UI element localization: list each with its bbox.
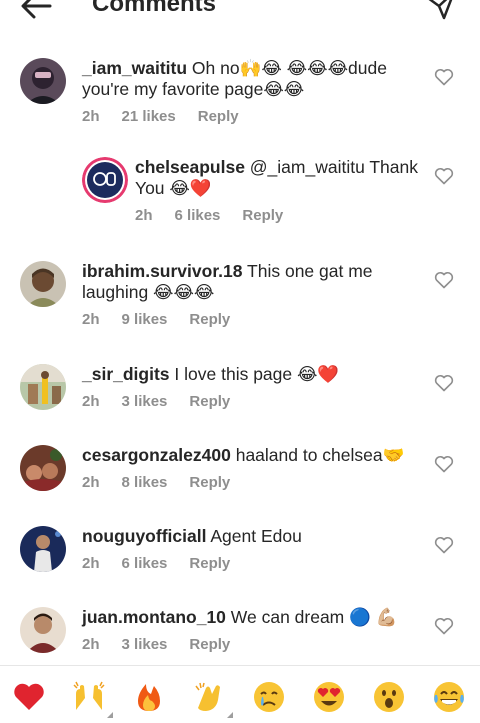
comment-text: chelseapulse @_iam_waititu Thank You 😂❤️ [135,157,425,199]
clapping-hands-icon[interactable] [192,680,226,714]
back-arrow-icon[interactable] [16,0,56,26]
comment-message: I love this page 😂❤️ [169,364,340,384]
page-title: Comments [92,0,217,17]
comment-likes[interactable]: 9 likes [122,311,168,328]
comment-username[interactable]: ibrahim.survivor.18 [82,261,243,281]
heart-outline-icon[interactable] [434,68,454,86]
avatar[interactable] [20,526,66,572]
comment-text: cesargonzalez400 haaland to chelsea🤝 [82,445,422,466]
comment-text: _iam_waititu Oh no🙌😂 😂😂😂dude you're my f… [82,58,422,100]
share-icon[interactable] [424,0,458,22]
avatar[interactable] [20,364,66,410]
raising-hands-icon[interactable] [72,680,106,714]
reply-button[interactable]: Reply [189,474,230,491]
reply-button[interactable]: Reply [198,108,239,125]
comment-likes[interactable]: 6 likes [175,207,221,224]
avatar[interactable] [20,261,66,307]
surprised-face-icon[interactable] [372,680,406,714]
comment-time: 2h [82,311,100,328]
fire-icon[interactable] [132,680,166,714]
comment-likes[interactable]: 3 likes [122,393,168,410]
crying-face-icon[interactable] [252,680,286,714]
avatar[interactable] [82,157,128,203]
heart-outline-icon[interactable] [434,455,454,473]
emoji-reaction-bar [0,672,480,720]
comment-username[interactable]: _sir_digits [82,364,170,384]
comment-message: haaland to chelsea🤝 [230,445,405,465]
comment-username[interactable]: nouguyofficiall [82,526,206,546]
tears-of-joy-icon[interactable] [432,680,466,714]
comment-time: 2h [135,207,153,224]
variant-indicator [107,712,113,718]
comment-username[interactable]: chelseapulse [135,157,245,177]
heart-outline-icon[interactable] [434,167,454,185]
comment-likes[interactable]: 8 likes [122,474,168,491]
reply-button[interactable]: Reply [189,636,230,653]
comment-time: 2h [82,555,100,572]
avatar[interactable] [20,58,66,104]
comment-likes[interactable]: 3 likes [122,636,168,653]
comment-time: 2h [82,636,100,653]
divider [0,665,480,666]
comment-time: 2h [82,393,100,410]
header: Comments [0,0,480,30]
comment-username[interactable]: juan.montano_10 [82,607,226,627]
comment-text: ibrahim.survivor.18 This one gat me laug… [82,261,422,303]
comment-text: nouguyofficiall Agent Edou [82,526,422,547]
variant-indicator [227,712,233,718]
avatar[interactable] [20,445,66,491]
comment-text: _sir_digits I love this page 😂❤️ [82,364,422,385]
reply-button[interactable]: Reply [242,207,283,224]
heart-eyes-icon[interactable] [312,680,346,714]
comment-message: We can dream 🔵 💪🏼 [225,607,398,627]
comment-text: juan.montano_10 We can dream 🔵 💪🏼 [82,607,422,628]
comment-time: 2h [82,474,100,491]
comment-username[interactable]: cesargonzalez400 [82,445,231,465]
comment-username[interactable]: _iam_waititu [82,58,187,78]
reply-button[interactable]: Reply [189,311,230,328]
heart-outline-icon[interactable] [434,536,454,554]
comment-likes[interactable]: 6 likes [122,555,168,572]
heart-outline-icon[interactable] [434,374,454,392]
heart-outline-icon[interactable] [434,617,454,635]
reply-button[interactable]: Reply [189,555,230,572]
comment-time: 2h [82,108,100,125]
heart-icon[interactable] [12,680,46,714]
comment-likes[interactable]: 21 likes [122,108,176,125]
reply-button[interactable]: Reply [189,393,230,410]
avatar[interactable] [20,607,66,653]
comment-message: Agent Edou [206,526,302,546]
heart-outline-icon[interactable] [434,271,454,289]
